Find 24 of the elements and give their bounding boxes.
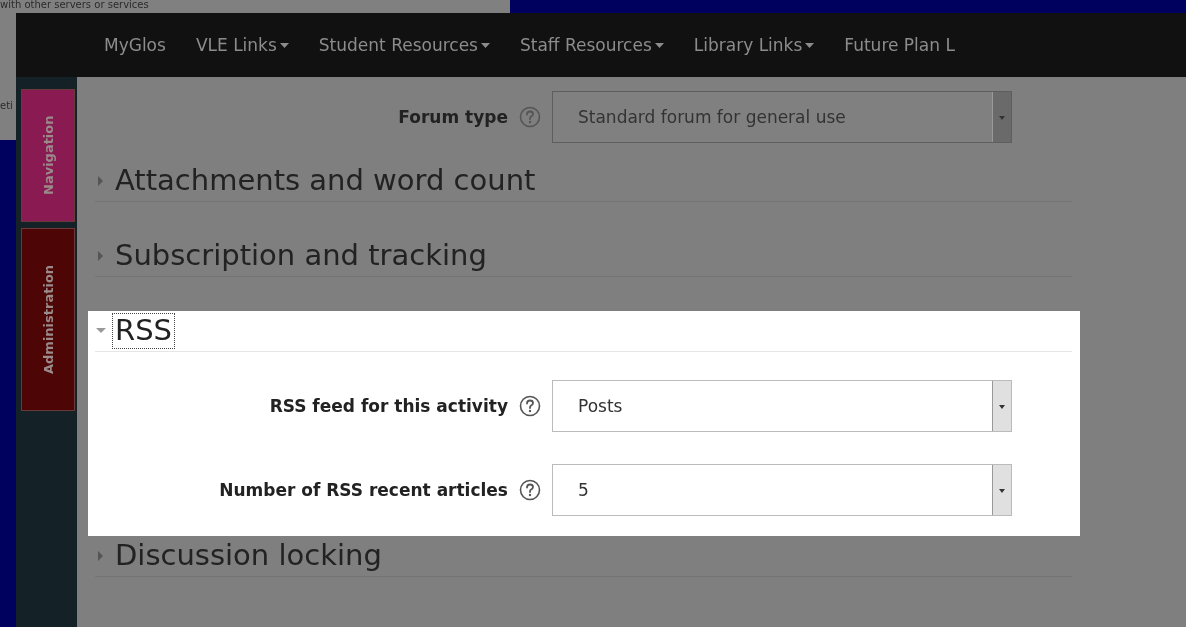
nav-link[interactable]: Library Links — [693, 35, 815, 55]
select-field[interactable]: Standard forum for general use — [552, 91, 1012, 143]
background-text: eti — [0, 100, 13, 111]
dropdown-button[interactable] — [992, 381, 1011, 431]
select-field[interactable]: Posts — [552, 380, 1012, 432]
nav-link[interactable]: MyGlos — [104, 35, 166, 55]
field-label: Number of RSS recent articles — [218, 480, 508, 500]
section-title[interactable]: Subscription and tracking — [113, 239, 489, 273]
sidebar-tab[interactable]: Administration — [21, 228, 75, 411]
section-title[interactable]: Discussion locking — [113, 539, 384, 573]
help-icon[interactable] — [519, 479, 541, 501]
field-label: RSS feed for this activity — [268, 396, 508, 416]
nav-link[interactable]: Staff Resources — [519, 35, 664, 55]
nav-link[interactable]: VLE Links — [195, 35, 289, 55]
dropdown-button[interactable] — [992, 465, 1011, 515]
nav-link[interactable]: Student Resources — [318, 35, 490, 55]
section-title[interactable]: RSS — [113, 314, 174, 348]
section-title[interactable]: Attachments and word count — [113, 164, 538, 198]
help-icon[interactable] — [519, 395, 541, 417]
select-field[interactable]: 5 — [552, 464, 1012, 516]
field-label: Forum type — [397, 107, 508, 127]
dropdown-button[interactable] — [992, 92, 1011, 142]
background-text: with other servers or services — [0, 0, 149, 10]
nav-link[interactable]: Future Plan L — [844, 35, 955, 55]
